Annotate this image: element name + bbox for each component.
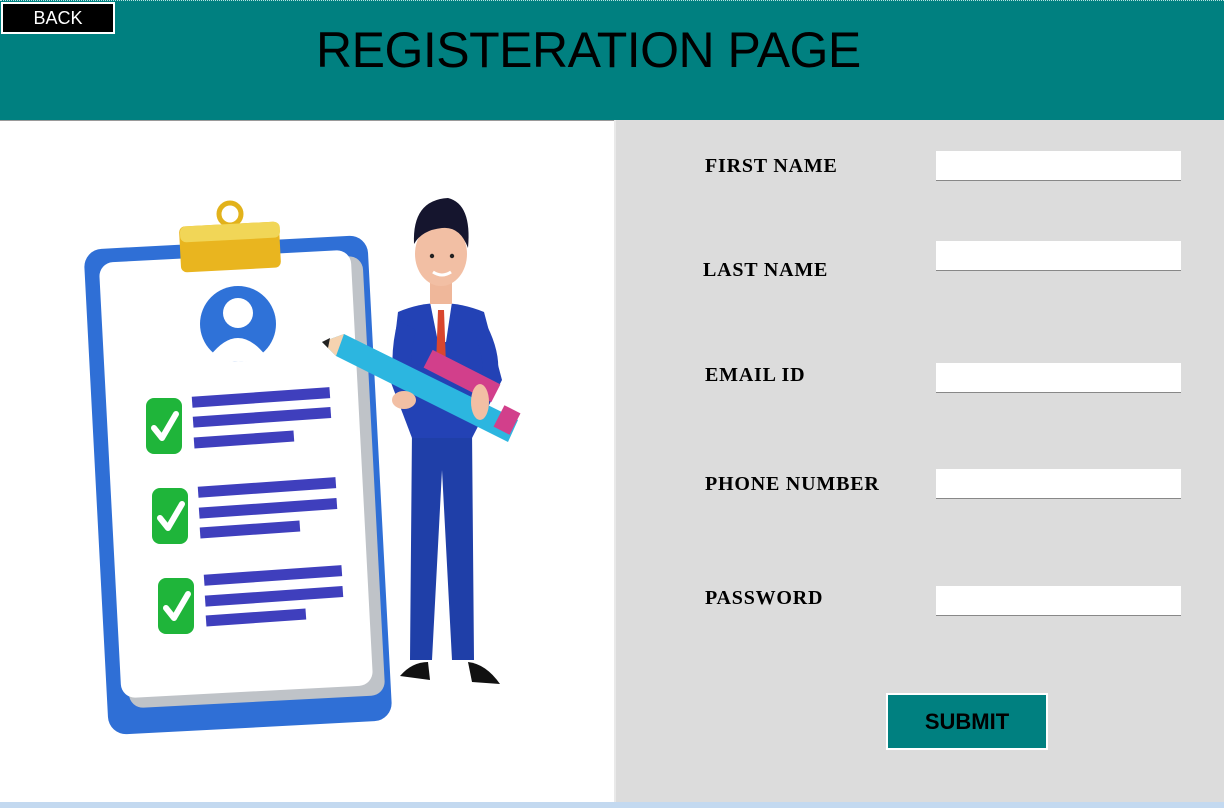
email-id-label: EMAIL ID: [705, 364, 806, 386]
first-name-label: FIRST NAME: [705, 155, 838, 177]
last-name-label: LAST NAME: [703, 259, 829, 281]
businessman-figure: [390, 198, 502, 684]
first-name-field[interactable]: [936, 151, 1181, 181]
phone-number-field[interactable]: [936, 469, 1181, 499]
submit-button[interactable]: SUBMIT: [886, 693, 1048, 750]
email-id-field[interactable]: [936, 363, 1181, 393]
registration-illustration: [84, 198, 521, 735]
page-title: REGISTERATION PAGE: [316, 22, 861, 78]
user-avatar-icon: [200, 286, 276, 362]
password-label: PASSWORD: [705, 587, 824, 609]
clipboard-icon: [84, 200, 392, 735]
header-bar: BACK REGISTERATION PAGE: [0, 0, 1224, 120]
back-button[interactable]: BACK: [1, 2, 115, 34]
bottom-border: [0, 802, 1224, 808]
password-field[interactable]: [936, 586, 1181, 616]
last-name-field[interactable]: [936, 241, 1181, 271]
phone-number-label: PHONE NUMBER: [705, 473, 880, 495]
